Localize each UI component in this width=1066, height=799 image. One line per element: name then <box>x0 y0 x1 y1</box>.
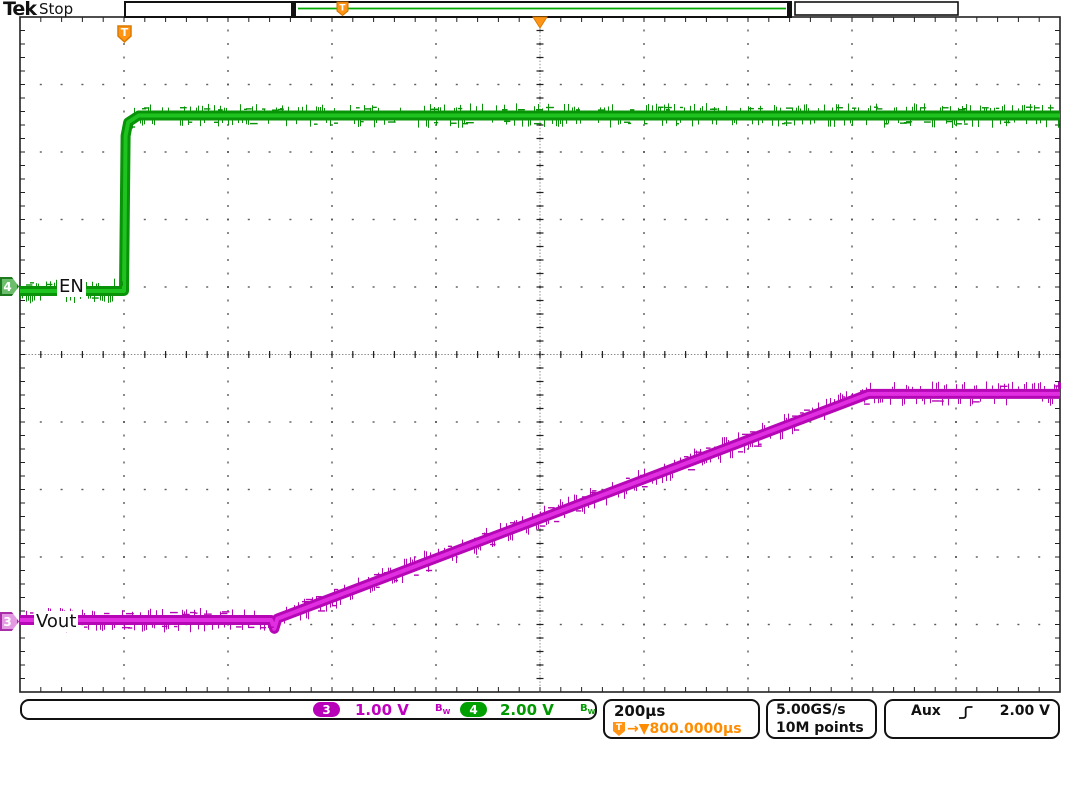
channel-4-badge[interactable]: 4 <box>460 702 487 717</box>
sample-rate: 5.00GS/s <box>776 702 846 718</box>
trace-label-en: EN <box>57 276 86 297</box>
trigger-source: Aux <box>911 703 941 719</box>
record-view-bar[interactable]: T <box>125 1 958 28</box>
trace-label-vout: Vout <box>34 611 78 632</box>
record-view-right-bracket[interactable] <box>787 1 792 18</box>
record-view-left-segment <box>125 2 293 17</box>
channel-4-bandwidth-icon: BW <box>580 703 595 716</box>
trigger-readout-box[interactable]: Aux 2.00 V <box>884 699 1060 739</box>
channel-3-scale[interactable]: 1.00 V <box>355 701 409 719</box>
channel-readout-box: 3 1.00 V BW 4 2.00 V BW <box>20 699 597 720</box>
trigger-level: 2.00 V <box>986 703 1050 719</box>
record-view-right-segment <box>795 2 958 15</box>
channel-4-scale[interactable]: 2.00 V <box>500 701 554 719</box>
delay-trigger-badge-icon: T <box>613 722 625 736</box>
timebase-delay-value: →▼800.0000µs <box>627 721 742 737</box>
delay-position-marker-icon[interactable] <box>533 17 547 28</box>
record-view-left-bracket[interactable] <box>291 1 296 18</box>
svg-text:T: T <box>339 4 346 14</box>
record-view-window[interactable] <box>293 2 791 17</box>
trigger-position-flag-icon[interactable]: T <box>118 26 131 42</box>
channel-3-badge[interactable]: 3 <box>313 702 340 717</box>
record-length: 10M points <box>776 720 864 736</box>
timebase-readout-box[interactable]: 200µs T →▼800.0000µs <box>603 699 760 739</box>
rising-edge-slope-icon <box>958 705 974 720</box>
timebase-delay-row: T →▼800.0000µs <box>613 721 742 737</box>
svg-text:T: T <box>121 26 129 39</box>
acquisition-readout-box[interactable]: 5.00GS/s 10M points <box>766 699 877 739</box>
oscilloscope-screen: Tek Stop T T 4 3 EN Vout 3 1.00 V BW <box>0 0 1066 799</box>
scope-display: T T <box>0 0 1066 745</box>
timebase-scale[interactable]: 200µs <box>614 702 665 720</box>
channel-3-bandwidth-icon: BW <box>435 703 450 716</box>
